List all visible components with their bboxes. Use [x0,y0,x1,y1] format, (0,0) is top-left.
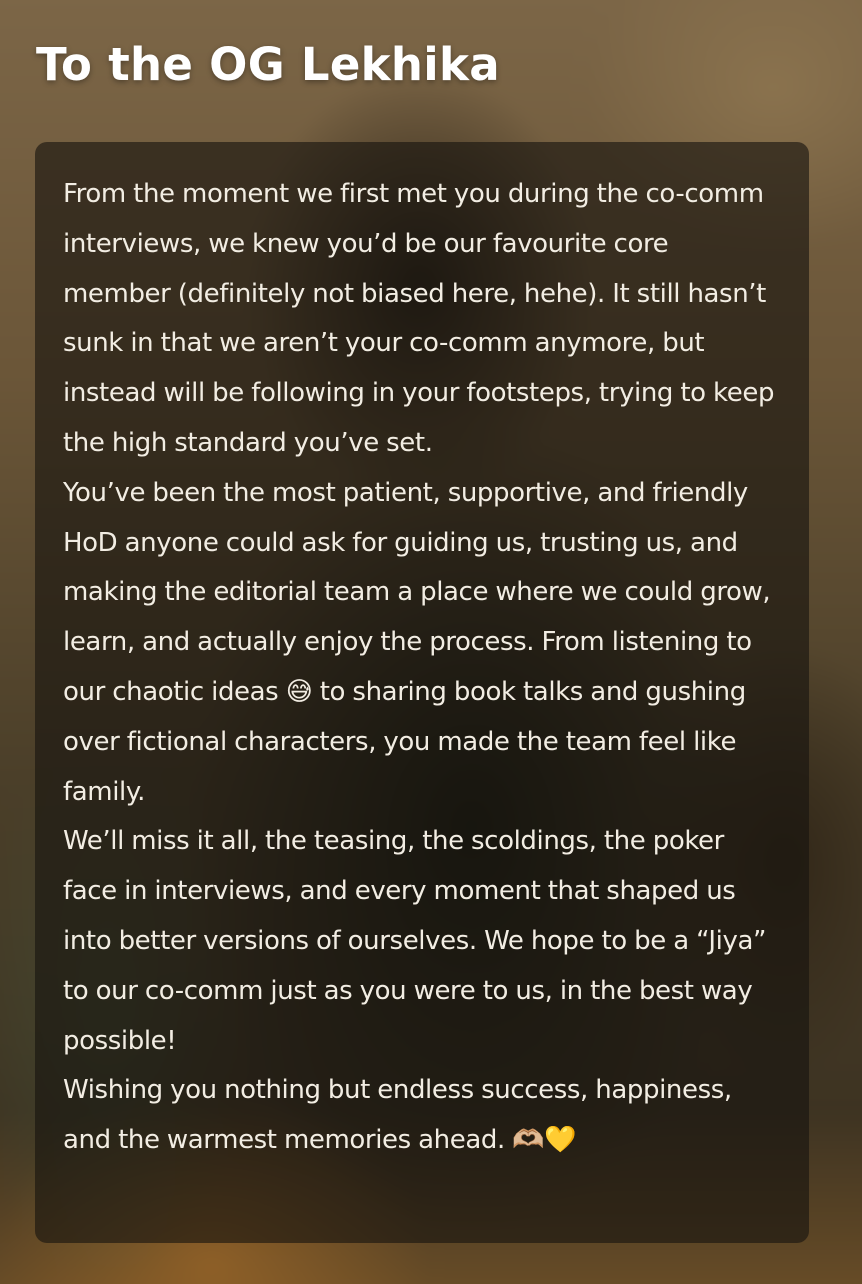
message-paragraph-3: We’ll miss it all, the teasing, the scol… [63,826,767,1056]
message-paragraph-1: From the moment we first met you during … [63,179,775,458]
page-title: To the OG Lekhika [36,38,500,91]
message-paragraph-2: You’ve been the most patient, supportive… [63,477,771,807]
message-card: From the moment we first met you during … [35,142,809,1243]
message-paragraph-4: Wishing you nothing but endless success,… [63,1075,732,1156]
